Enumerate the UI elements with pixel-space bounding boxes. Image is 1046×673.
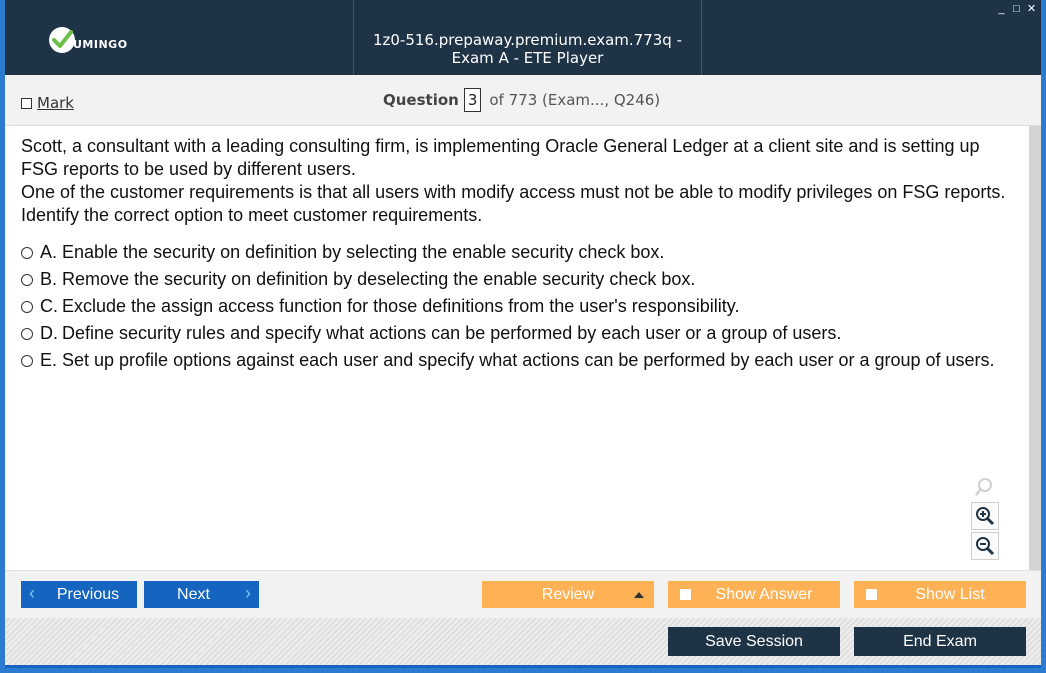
window-title: 1z0-516.prepaway.premium.exam.773q - Exa… [372,31,683,67]
end-exam-label: End Exam [903,632,977,650]
option-radio[interactable] [21,355,33,367]
stem-paragraph: Scott, a consultant with a leading consu… [21,136,980,179]
show-answer-button[interactable]: Show Answer [668,581,840,608]
zoom-out-icon[interactable] [971,532,999,560]
previous-label: Previous [56,585,120,603]
maximize-button[interactable]: □ [1011,4,1022,15]
option-text: Enable the security on definition by sel… [62,242,665,262]
option-letter: C. [40,296,58,316]
title-bar: UMINGO 1z0-516.prepaway.premium.exam.773… [5,0,1041,75]
zoom-in-icon[interactable] [971,502,999,530]
search-icon[interactable] [971,474,997,500]
review-button[interactable]: Review [482,581,654,608]
review-label: Review [541,585,595,603]
next-button[interactable]: Next › [144,581,259,608]
question-of-text: of 773 (Exam..., Q246) [489,91,661,109]
question-header: Mark Question 3 of 773 (Exam..., Q246) [5,75,1041,126]
chevron-left-icon: ‹ [29,583,35,603]
app-logo: UMINGO [49,26,128,54]
option-b[interactable]: B. Remove the security on definition by … [21,268,1021,291]
option-text: Exclude the assign access function for t… [62,296,740,316]
mark-label[interactable]: Mark [37,94,74,112]
show-answer-checkbox[interactable] [680,589,691,600]
option-text: Remove the security on definition by des… [62,269,696,289]
window-controls: _ □ ✕ [996,4,1037,15]
option-letter: A. [40,242,58,262]
vertical-scrollbar[interactable] [1029,126,1041,570]
option-letter: E. [40,350,58,370]
answer-options: A. Enable the security on definition by … [21,241,1021,376]
show-list-label: Show List [915,585,985,603]
option-letter: D. [40,323,58,343]
end-exam-button[interactable]: End Exam [854,627,1026,656]
question-content: Scott, a consultant with a leading consu… [5,126,1025,570]
option-letter: B. [40,269,58,289]
show-answer-label: Show Answer [715,585,813,603]
save-session-label: Save Session [705,632,803,650]
footer-bar: Save Session End Exam [5,618,1041,668]
option-a[interactable]: A. Enable the security on definition by … [21,241,1021,264]
question-number-input[interactable]: 3 [463,88,482,112]
option-radio[interactable] [21,247,33,259]
option-d[interactable]: D. Define security rules and specify wha… [21,322,1021,345]
show-list-button[interactable]: Show List [854,581,1026,608]
save-session-button[interactable]: Save Session [668,627,840,656]
triangle-up-icon [634,592,644,598]
title-divider [701,0,702,75]
question-stem: Scott, a consultant with a leading consu… [21,135,1011,227]
zoom-tools [971,474,999,562]
logo-text: UMINGO [73,37,128,51]
check-circle-icon [49,27,75,53]
minimize-button[interactable]: _ [996,4,1007,15]
question-label: Question [383,91,459,109]
stem-paragraph: One of the customer requirements is that… [21,182,1006,225]
mark-checkbox-box[interactable] [21,97,32,109]
option-text: Set up profile options against each user… [62,350,995,370]
question-counter: Question 3 of 773 (Exam..., Q246) [383,88,660,112]
option-radio[interactable] [21,274,33,286]
navigation-bar: ‹ Previous Next › Review Show Answer Sho… [5,570,1041,619]
option-radio[interactable] [21,301,33,313]
next-label: Next [177,585,210,603]
bottom-accent-line [5,665,1041,668]
chevron-right-icon: › [245,583,251,603]
option-e[interactable]: E. Set up profile options against each u… [21,349,1021,372]
close-button[interactable]: ✕ [1026,4,1037,15]
option-c[interactable]: C. Exclude the assign access function fo… [21,295,1021,318]
exam-player-window: UMINGO 1z0-516.prepaway.premium.exam.773… [5,0,1041,668]
mark-checkbox[interactable]: Mark [21,94,74,112]
title-divider [353,0,354,75]
previous-button[interactable]: ‹ Previous [21,581,137,608]
option-radio[interactable] [21,328,33,340]
option-text: Define security rules and specify what a… [62,323,842,343]
show-list-checkbox[interactable] [866,589,877,600]
